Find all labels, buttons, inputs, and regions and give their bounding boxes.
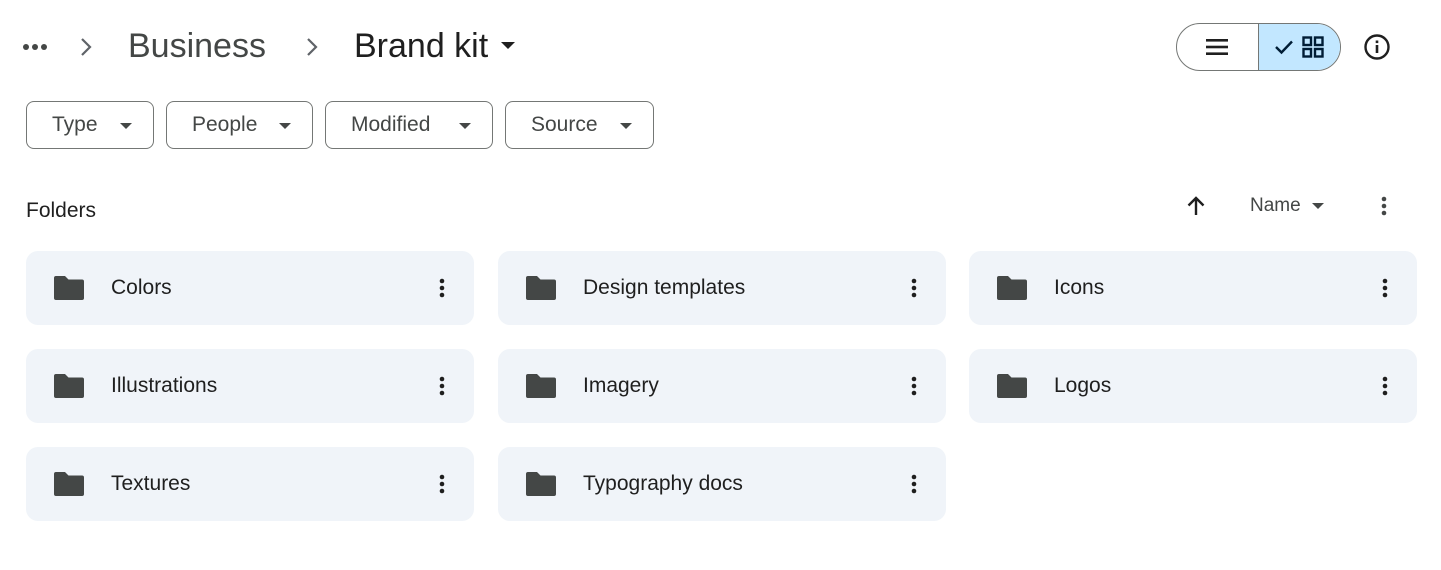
- folder-icon: [54, 276, 84, 300]
- arrow-upward-icon[interactable]: [1180, 190, 1212, 222]
- folder-icon: [997, 374, 1027, 398]
- folder-name: Icons: [1054, 276, 1105, 299]
- folder-card[interactable]: Icons: [969, 251, 1417, 325]
- filter-label: Modified: [351, 113, 431, 136]
- arrow-drop-down-icon: [279, 123, 291, 129]
- filter-type-chip[interactable]: Type: [26, 101, 154, 149]
- folder-icon: [54, 472, 84, 496]
- folder-icon: [526, 374, 556, 398]
- folder-name: Colors: [111, 276, 172, 299]
- more-vert-icon[interactable]: [428, 372, 456, 400]
- filter-modified-chip[interactable]: Modified: [325, 101, 493, 149]
- folder-name: Logos: [1054, 374, 1112, 397]
- list-view-icon: [1206, 39, 1229, 55]
- check-icon: [1275, 40, 1294, 55]
- chevron-right-icon: [78, 34, 94, 60]
- more-vert-icon[interactable]: [900, 274, 928, 302]
- folder-card[interactable]: Textures: [26, 447, 474, 521]
- folder-name: Textures: [111, 472, 191, 495]
- folder-icon: [526, 276, 556, 300]
- folder-name: Typography docs: [583, 472, 743, 495]
- folder-card[interactable]: Colors: [26, 251, 474, 325]
- arrow-drop-down-icon: [620, 123, 632, 129]
- arrow-drop-down-icon: [1311, 203, 1324, 209]
- more-horiz-icon[interactable]: [20, 32, 50, 62]
- header: Business Brand kit: [0, 0, 1441, 94]
- more-vert-icon[interactable]: [900, 470, 928, 498]
- sort-label: Name: [1250, 195, 1301, 216]
- arrow-drop-down-icon: [120, 123, 132, 129]
- arrow-drop-down-icon: [459, 123, 471, 129]
- breadcrumb-current-label: Brand kit: [354, 27, 489, 65]
- folder-card[interactable]: Typography docs: [498, 447, 946, 521]
- filter-label: Source: [531, 113, 598, 136]
- folder-card[interactable]: Design templates: [498, 251, 946, 325]
- folder-card[interactable]: Logos: [969, 349, 1417, 423]
- folder-card[interactable]: Illustrations: [26, 349, 474, 423]
- filter-people-chip[interactable]: People: [166, 101, 313, 149]
- more-vert-icon[interactable]: [900, 372, 928, 400]
- breadcrumb-current[interactable]: Brand kit: [354, 24, 516, 68]
- chevron-right-icon: [304, 34, 320, 60]
- more-vert-icon[interactable]: [1371, 372, 1399, 400]
- folder-name: Imagery: [583, 374, 659, 397]
- more-vert-icon[interactable]: [1370, 192, 1398, 220]
- folder-name: Design templates: [583, 276, 746, 299]
- more-vert-icon[interactable]: [1371, 274, 1399, 302]
- arrow-drop-down-icon: [501, 42, 516, 49]
- filter-source-chip[interactable]: Source: [505, 101, 654, 149]
- folder-icon: [526, 472, 556, 496]
- list-view-button[interactable]: [1177, 24, 1259, 70]
- section-title: Folders: [26, 199, 97, 222]
- sort-name-button[interactable]: Name: [1250, 192, 1325, 220]
- info-icon[interactable]: [1360, 30, 1394, 64]
- folder-card[interactable]: Imagery: [498, 349, 946, 423]
- grid-view-button[interactable]: [1258, 24, 1340, 70]
- breadcrumb-parent[interactable]: Business: [128, 24, 266, 68]
- folder-icon: [54, 374, 84, 398]
- grid-view-icon: [1302, 36, 1324, 58]
- view-toggle: [1176, 23, 1341, 71]
- more-vert-icon[interactable]: [428, 274, 456, 302]
- filter-label: Type: [52, 113, 98, 136]
- filter-label: People: [192, 113, 258, 136]
- folder-icon: [997, 276, 1027, 300]
- more-vert-icon[interactable]: [428, 470, 456, 498]
- folder-name: Illustrations: [111, 374, 218, 397]
